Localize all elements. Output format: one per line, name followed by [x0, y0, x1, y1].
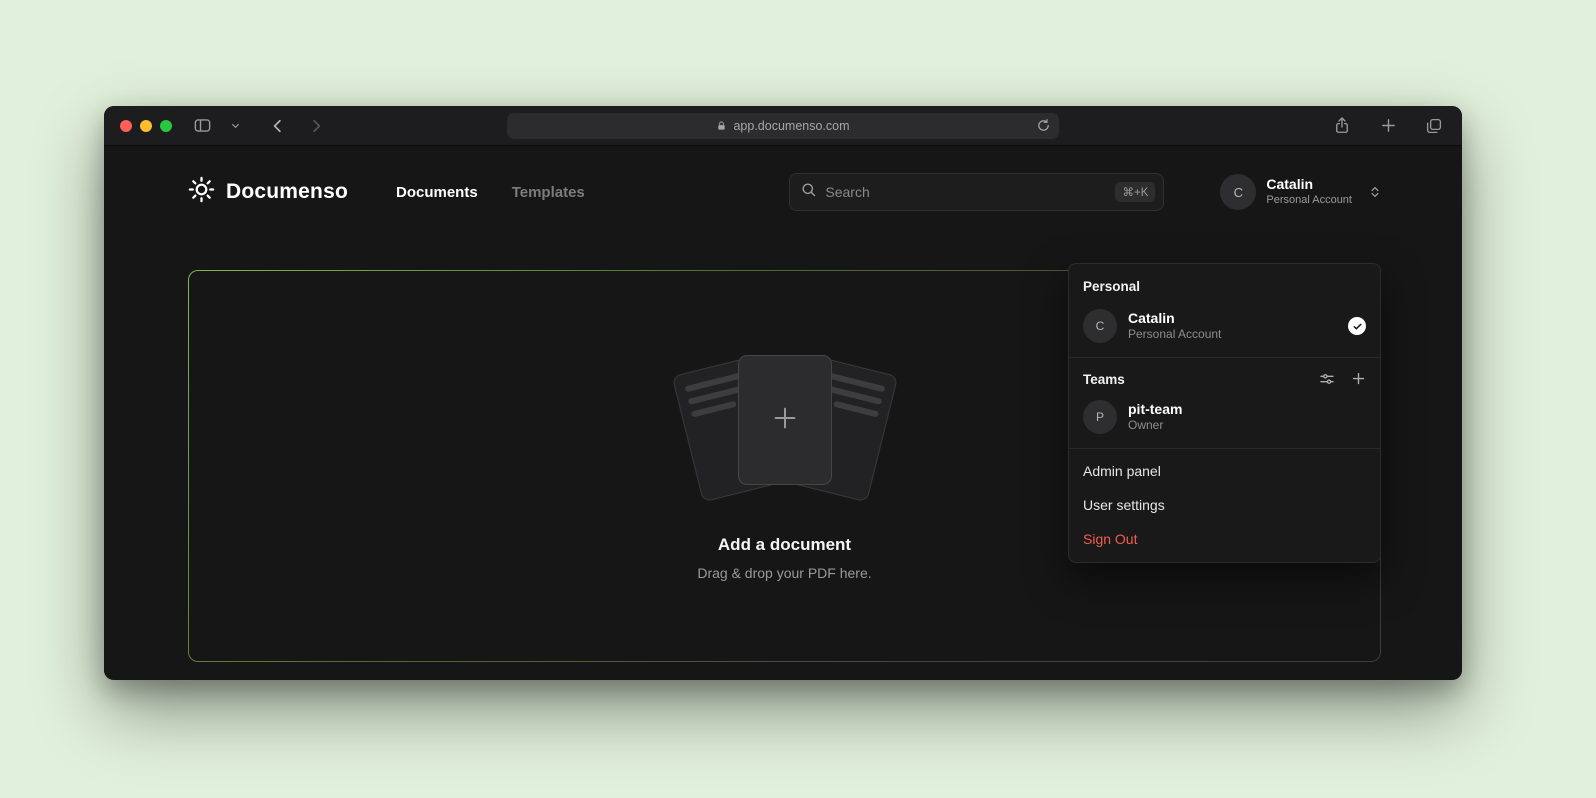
- personal-account-item[interactable]: C Catalin Personal Account: [1069, 302, 1380, 352]
- back-button[interactable]: [266, 114, 290, 138]
- new-tab-icon[interactable]: [1376, 114, 1400, 138]
- document-card-front: [738, 355, 832, 485]
- primary-nav: Documents Templates: [396, 184, 585, 201]
- personal-account-subtitle: Personal Account: [1128, 327, 1221, 342]
- team-avatar: P: [1083, 400, 1117, 434]
- search-icon: [800, 181, 817, 203]
- menu-item-sign-out[interactable]: Sign Out: [1069, 522, 1380, 556]
- forward-button[interactable]: [304, 114, 328, 138]
- close-window-button[interactable]: [120, 120, 132, 132]
- teams-section-header: Teams: [1069, 363, 1380, 393]
- personal-section-label: Personal: [1069, 269, 1380, 302]
- reload-icon[interactable]: [1036, 118, 1051, 133]
- brand-name: Documenso: [226, 180, 348, 204]
- menu-item-user-settings[interactable]: User settings: [1069, 488, 1380, 522]
- account-subtitle: Personal Account: [1266, 193, 1352, 207]
- account-dropdown-menu: Personal C Catalin Personal Account Team…: [1068, 263, 1381, 563]
- minimize-window-button[interactable]: [140, 120, 152, 132]
- zoom-window-button[interactable]: [160, 120, 172, 132]
- share-icon[interactable]: [1330, 114, 1354, 138]
- teams-section-label: Teams: [1083, 372, 1125, 387]
- team-item[interactable]: P pit-team Owner: [1069, 393, 1380, 443]
- personal-account-avatar: C: [1083, 309, 1117, 343]
- menu-item-admin-panel[interactable]: Admin panel: [1069, 454, 1380, 488]
- browser-titlebar: app.documenso.com: [104, 106, 1462, 146]
- documents-illustration: [670, 351, 900, 501]
- search-shortcut-badge: ⌘+K: [1115, 182, 1155, 202]
- search-input[interactable]: [825, 184, 1107, 200]
- plus-icon: [770, 403, 800, 438]
- manage-teams-icon[interactable]: [1319, 371, 1335, 387]
- brand[interactable]: Documenso: [188, 176, 348, 208]
- app-header: Documenso Documents Templates ⌘+K C Cata…: [104, 146, 1462, 238]
- address-bar[interactable]: app.documenso.com: [507, 113, 1059, 139]
- traffic-lights: [120, 120, 172, 132]
- selected-check-icon: [1348, 317, 1366, 335]
- chevron-up-down-icon: [1368, 184, 1382, 200]
- account-name: Catalin: [1266, 176, 1352, 193]
- documenso-page: Documenso Documents Templates ⌘+K C Cata…: [104, 146, 1462, 679]
- browser-window: app.documenso.com: [104, 106, 1462, 680]
- personal-account-name: Catalin: [1128, 310, 1221, 328]
- menu-divider: [1069, 357, 1380, 358]
- sidebar-chevron-down-icon[interactable]: [228, 114, 242, 138]
- tab-overview-icon[interactable]: [1422, 114, 1446, 138]
- team-name: pit-team: [1128, 401, 1182, 419]
- dropzone-subtitle: Drag & drop your PDF here.: [697, 565, 871, 581]
- team-role: Owner: [1128, 418, 1182, 433]
- sidebar-toggle-icon[interactable]: [190, 114, 214, 138]
- lock-icon: [716, 120, 727, 132]
- account-menu-button[interactable]: C Catalin Personal Account: [1220, 174, 1382, 210]
- account-avatar: C: [1220, 174, 1256, 210]
- nav-templates[interactable]: Templates: [512, 184, 585, 201]
- add-team-icon[interactable]: [1351, 371, 1366, 387]
- documenso-logo-icon: [188, 176, 215, 208]
- dropzone-title: Add a document: [718, 535, 851, 555]
- url-text: app.documenso.com: [733, 119, 849, 133]
- menu-divider: [1069, 448, 1380, 449]
- nav-documents[interactable]: Documents: [396, 184, 478, 201]
- search-box[interactable]: ⌘+K: [789, 173, 1164, 211]
